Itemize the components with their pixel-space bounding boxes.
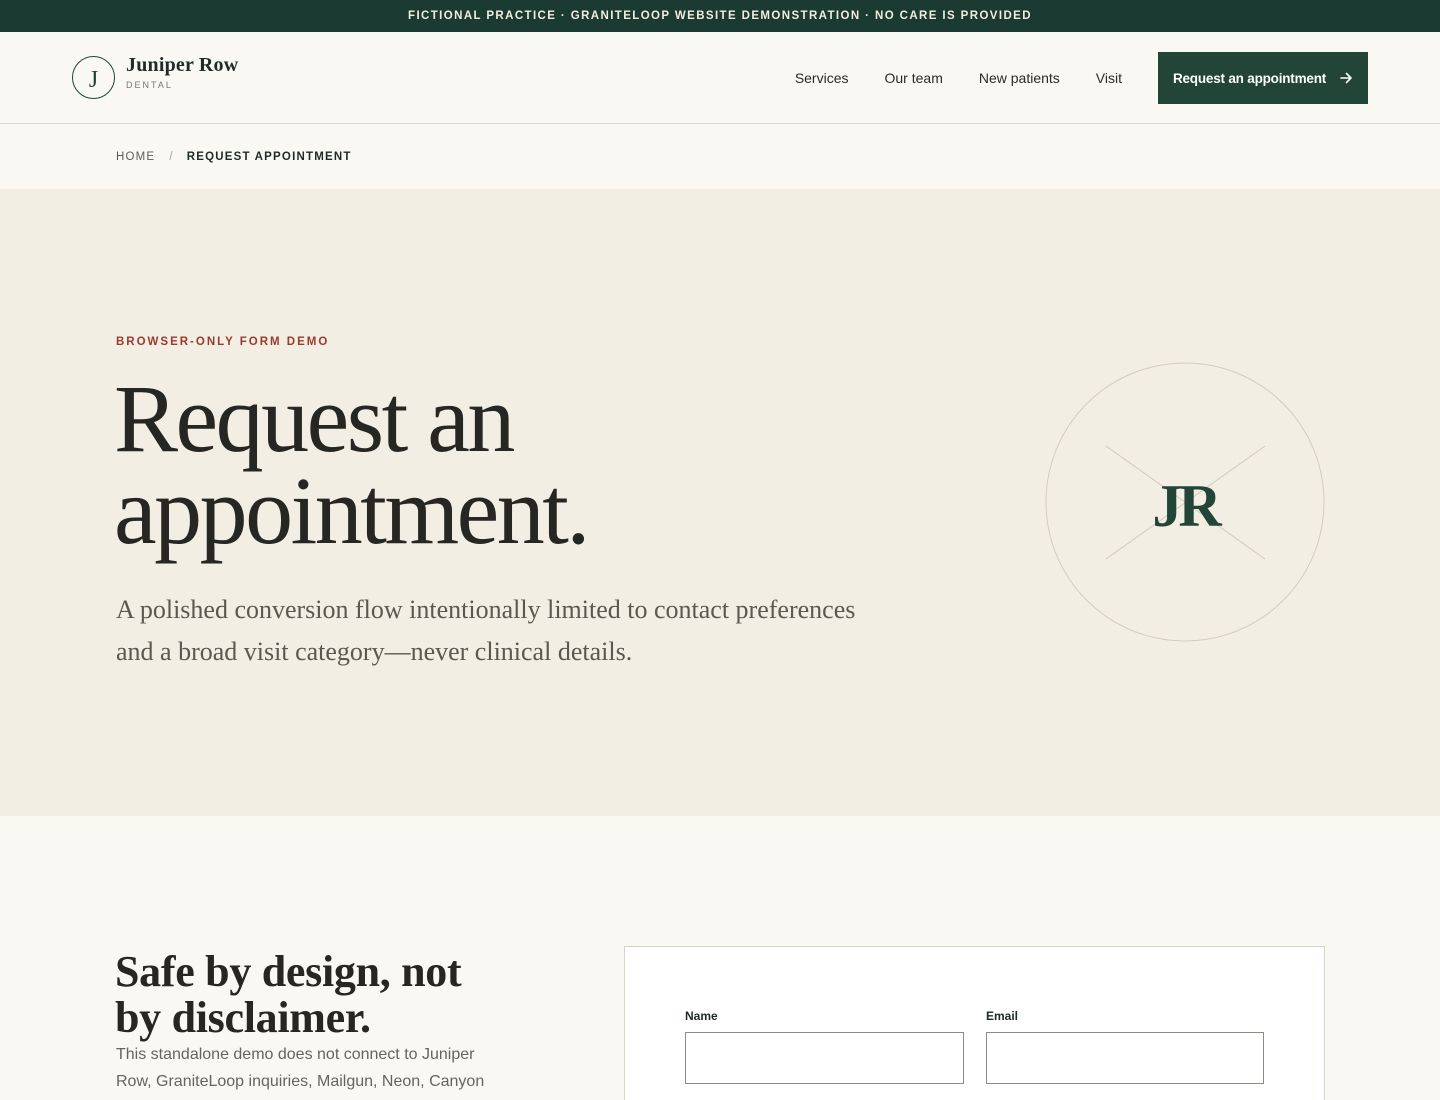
email-label: Email — [986, 1009, 1019, 1023]
demo-notice-bar: FICTIONAL PRACTICE · GRANITELOOP WEBSITE… — [0, 0, 1440, 32]
main-nav: Services Our team New patients Visit — [795, 32, 1122, 124]
nav-visit[interactable]: Visit — [1096, 70, 1122, 86]
request-appointment-label: Request an appointment — [1172, 70, 1327, 86]
form-section: Safe by design, not by disclaimer. This … — [0, 816, 1440, 1100]
site-header: J Juniper Row DENTAL Services Our team N… — [0, 32, 1440, 124]
name-field-group: Name — [685, 1009, 964, 1084]
email-field-group: Email — [986, 1009, 1264, 1084]
section-title: Safe by design, not by disclaimer. — [115, 947, 462, 1042]
nav-our-team[interactable]: Our team — [885, 70, 943, 86]
nav-new-patients[interactable]: New patients — [979, 70, 1060, 86]
breadcrumb-current: REQUEST APPOINTMENT — [186, 150, 352, 163]
monogram-seal: JR — [1045, 362, 1325, 642]
logo-text: Juniper Row DENTAL — [126, 54, 238, 90]
logo-name: Juniper Row — [126, 53, 239, 76]
hero-subtitle: A polished conversion flow intentionally… — [116, 595, 856, 666]
section-body: This standalone demo does not connect to… — [116, 1046, 485, 1090]
breadcrumb: HOME / REQUEST APPOINTMENT — [0, 124, 1440, 189]
hero-eyebrow: BROWSER-ONLY FORM DEMO — [116, 336, 330, 348]
logo-mark: J — [72, 56, 115, 99]
logo-subtitle: DENTAL — [126, 79, 173, 90]
email-input[interactable] — [986, 1032, 1264, 1084]
hero-section: BROWSER-ONLY FORM DEMO Request an appoin… — [0, 189, 1440, 816]
monogram-text: JR — [1152, 473, 1222, 539]
demo-notice-text: FICTIONAL PRACTICE · GRANITELOOP WEBSITE… — [408, 10, 1032, 22]
name-label: Name — [685, 1009, 718, 1023]
nav-services[interactable]: Services — [795, 70, 849, 86]
breadcrumb-home-link[interactable]: HOME — [116, 151, 155, 163]
name-input[interactable] — [685, 1032, 964, 1084]
logo-home-link[interactable]: J Juniper Row DENTAL — [72, 54, 238, 99]
arrow-right-icon — [1340, 72, 1353, 84]
page-title: Request an appointment. — [114, 365, 590, 564]
request-appointment-button[interactable]: Request an appointment — [1158, 52, 1368, 104]
breadcrumb-separator: / — [169, 150, 174, 163]
appointment-form: Name Email — [624, 946, 1325, 1100]
